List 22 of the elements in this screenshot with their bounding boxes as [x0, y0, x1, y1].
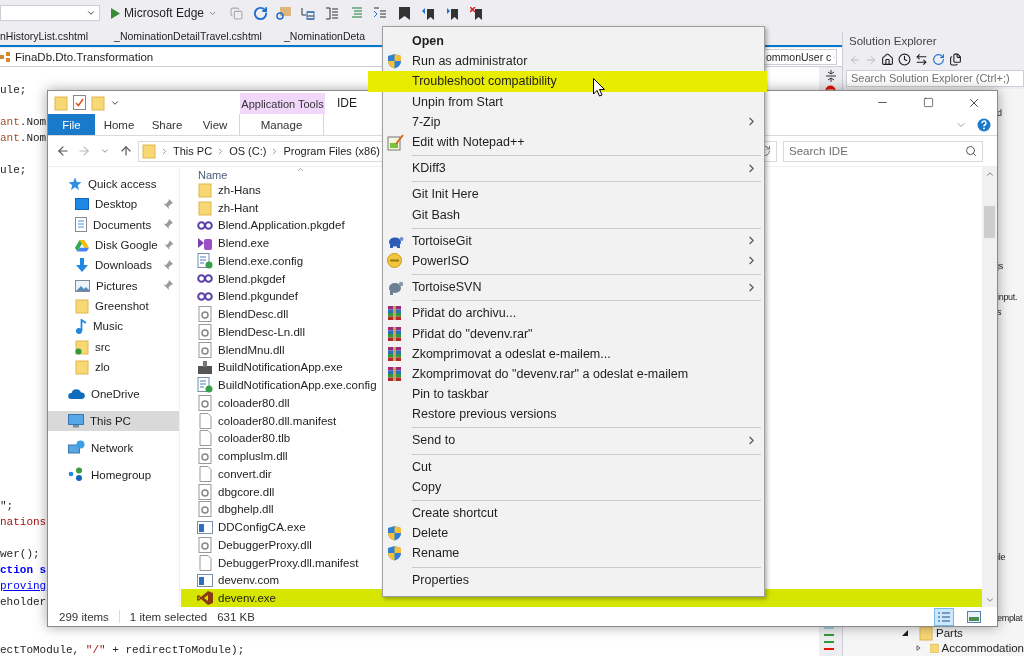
- selection-size: 631 KB: [217, 610, 255, 623]
- code-line: ant.Nom: [0, 115, 47, 130]
- code-line: wer();: [0, 547, 40, 562]
- type-path: FinaDb.Dto.Transformation: [15, 51, 154, 63]
- tree-item-text: input.: [997, 291, 1018, 302]
- selection-info: 1 item selected: [129, 610, 208, 623]
- code-line: proving: [0, 579, 47, 594]
- code-line: eholder: [0, 595, 47, 610]
- code-line: ction s: [0, 563, 47, 578]
- code-line: ant.Nom: [0, 131, 47, 146]
- code-line: ectToModule, "/" + redirectToModule);: [0, 643, 245, 656]
- panel-title: Solution Explorer: [849, 34, 937, 47]
- window-title: IDE: [337, 94, 357, 112]
- code-line: nations: [0, 515, 47, 530]
- context-tab-header: Application Tools: [240, 93, 325, 114]
- code-line: ule;: [0, 163, 27, 178]
- code-line: ";: [0, 499, 14, 514]
- code-line: ule;: [0, 83, 27, 98]
- tree-item-text: emplat: [997, 612, 1023, 623]
- item-count: 299 items: [59, 610, 109, 623]
- tree-item-text: s: [997, 306, 1002, 317]
- tree-item-text: ile: [997, 551, 1006, 562]
